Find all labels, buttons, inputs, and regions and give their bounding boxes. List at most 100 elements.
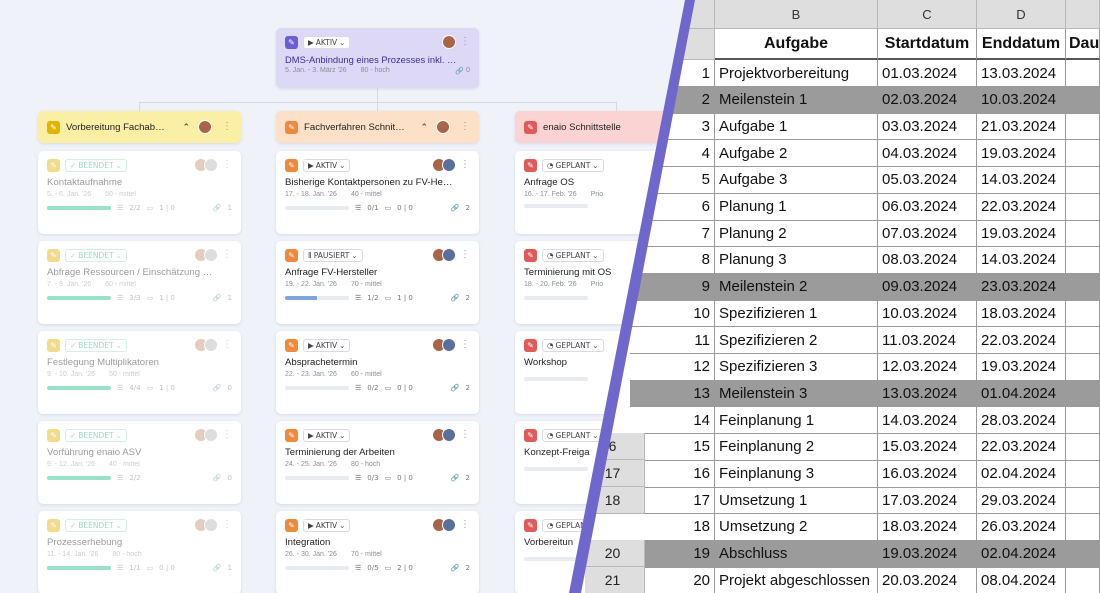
cell-end[interactable]: 10.03.2024	[977, 86, 1066, 114]
cell-start[interactable]: 13.03.2024	[878, 380, 977, 408]
cell-start[interactable]: 15.03.2024	[878, 433, 977, 461]
status-badge[interactable]: ▶ AKTIV ⌄	[303, 158, 351, 172]
cell-task[interactable]: Meilenstein 3	[715, 380, 878, 408]
status-badge[interactable]: Ⅱ PAUSIERT ⌄	[303, 248, 363, 262]
more-icon[interactable]: ⋮	[460, 340, 470, 350]
cell-task[interactable]: Umsetzung 1	[715, 487, 878, 515]
cell-start[interactable]: 14.03.2024	[878, 407, 977, 435]
cell-duration[interactable]	[1066, 86, 1100, 114]
status-badge[interactable]: ◔GEPLANT⌄	[542, 248, 604, 262]
pencil-icon[interactable]: ✎	[285, 518, 298, 532]
column-letter-e[interactable]	[1066, 0, 1100, 29]
pencil-icon[interactable]: ✎	[47, 120, 60, 134]
column-header-vorbereitung[interactable]: ✎ Vorbereitung Fachab… ⌃ ⋮	[38, 111, 241, 143]
cell-end[interactable]: 14.03.2024	[977, 246, 1066, 274]
pencil-icon[interactable]: ✎	[47, 428, 60, 442]
cell-task[interactable]: Planung 3	[715, 246, 878, 274]
cell-start[interactable]: 02.03.2024	[878, 86, 977, 114]
cell-duration[interactable]	[1066, 140, 1100, 168]
cell-duration[interactable]	[1066, 487, 1100, 515]
pencil-icon[interactable]: ✎	[524, 248, 537, 262]
cell-duration[interactable]	[1066, 433, 1100, 461]
cell-end[interactable]: 26.03.2024	[977, 513, 1066, 541]
cell-duration[interactable]	[1066, 273, 1100, 301]
cell-duration[interactable]	[1066, 327, 1100, 354]
cell-end[interactable]: 18.03.2024	[977, 300, 1066, 328]
row-index[interactable]: 11	[630, 327, 715, 354]
cell-end[interactable]: 02.04.2024	[977, 540, 1066, 568]
row-index[interactable]: 18	[630, 513, 715, 541]
cell-start[interactable]: 11.03.2024	[878, 327, 977, 354]
cell-start[interactable]: 04.03.2024	[878, 140, 977, 168]
cell-end[interactable]: 22.03.2024	[977, 193, 1066, 221]
cell-duration[interactable]	[1066, 246, 1100, 274]
row-index[interactable]: 10	[630, 300, 715, 328]
status-badge[interactable]: ✓ BEENDET ⌄	[65, 158, 127, 172]
row-index[interactable]: 9	[630, 273, 715, 301]
cell-start[interactable]: 03.03.2024	[878, 113, 977, 141]
cell-start[interactable]: 05.03.2024	[878, 166, 977, 194]
status-badge[interactable]: ◔GEPLANT⌄	[542, 158, 604, 172]
more-icon[interactable]: ⋮	[460, 250, 470, 260]
avatar-group[interactable]: ⋮	[432, 518, 470, 532]
status-badge[interactable]: ▶ AKTIV ⌄	[303, 518, 351, 532]
avatar-group[interactable]: ⋮	[442, 35, 470, 49]
task-card[interactable]: ✎ ✓ BEENDET ⌄ ⋮ Prozesserhebung 11. - 14. Jan.…	[38, 511, 241, 593]
cell-end[interactable]: 22.03.2024	[977, 327, 1066, 354]
row-index[interactable]: 13	[630, 380, 715, 408]
task-card[interactable]: ✎ ✓ BEENDET ⌄ ⋮ Festlegung Multiplikatoren 9. …	[38, 331, 241, 414]
cell-end[interactable]: 02.04.2024	[977, 460, 1066, 488]
task-card[interactable]: ✎ ✓ BEENDET ⌄ ⋮ Vorführung enaio ASV 9. - 12. …	[38, 421, 241, 504]
cell-task[interactable]: Spezifizieren 1	[715, 300, 878, 328]
cell-end[interactable]: 19.03.2024	[977, 353, 1066, 381]
pencil-icon[interactable]: ✎	[285, 428, 298, 442]
more-icon[interactable]: ⋮	[222, 122, 232, 132]
status-badge[interactable]: ✓ BEENDET ⌄	[65, 248, 127, 262]
row-index[interactable]: 14	[630, 407, 715, 435]
cell-task[interactable]: Planung 1	[715, 193, 878, 221]
chevron-up-icon[interactable]: ⌃	[420, 122, 428, 133]
cell-duration[interactable]	[1066, 460, 1100, 488]
cell-end[interactable]: 01.04.2024	[977, 380, 1066, 408]
pencil-icon[interactable]: ✎	[524, 120, 537, 134]
more-icon[interactable]: ⋮	[460, 520, 470, 530]
header-enddatum[interactable]: Enddatum	[977, 29, 1066, 60]
cell-start[interactable]: 16.03.2024	[878, 460, 977, 488]
cell-end[interactable]: 19.03.2024	[977, 220, 1066, 248]
cell-start[interactable]: 08.03.2024	[878, 246, 977, 274]
cell-task[interactable]: Projektvorbereitung	[715, 60, 878, 87]
avatar-group[interactable]: ⋮	[194, 248, 232, 262]
cell-end[interactable]: 19.03.2024	[977, 140, 1066, 168]
cell-end[interactable]: 28.03.2024	[977, 407, 1066, 435]
header-aufgabe[interactable]: Aufgabe	[715, 29, 878, 60]
task-card[interactable]: ✎ ✓ BEENDET ⌄ ⋮ Abfrage Ressourcen / Einschät…	[38, 241, 241, 324]
pencil-icon[interactable]: ✎	[47, 518, 60, 532]
task-card[interactable]: ✎ ▶ AKTIV ⌄ ⋮ Absprachetermin 22. - 23. Jan. '…	[276, 331, 479, 414]
pencil-icon[interactable]: ✎	[524, 158, 537, 172]
pencil-icon[interactable]: ✎	[47, 338, 60, 352]
cell-duration[interactable]	[1066, 513, 1100, 541]
status-badge[interactable]: ✓ BEENDET ⌄	[65, 338, 127, 352]
cell-end[interactable]: 29.03.2024	[977, 487, 1066, 515]
header-dauer[interactable]: Dau	[1066, 29, 1100, 60]
cell-duration[interactable]	[1066, 567, 1100, 593]
cell-duration[interactable]	[1066, 540, 1100, 568]
more-icon[interactable]: ⋮	[460, 122, 470, 132]
pencil-icon[interactable]: ✎	[285, 248, 298, 262]
cell-start[interactable]: 07.03.2024	[878, 220, 977, 248]
cell-task[interactable]: Planung 2	[715, 220, 878, 248]
cell-duration[interactable]	[1066, 60, 1100, 87]
task-card[interactable]: ✎ ✓ BEENDET ⌄ ⋮ Kontaktaufnahme 5. - 6. Jan. '…	[38, 151, 241, 234]
status-badge[interactable]: ▶ AKTIV ⌄	[303, 35, 351, 49]
cell-task[interactable]: Meilenstein 1	[715, 86, 878, 114]
status-badge[interactable]: ▶ AKTIV ⌄	[303, 338, 351, 352]
pencil-icon[interactable]: ✎	[285, 120, 298, 134]
cell-duration[interactable]	[1066, 380, 1100, 408]
avatar-group[interactable]: ⋮	[194, 518, 232, 532]
top-task-card[interactable]: ✎ ▶ AKTIV ⌄ ⋮ DMS-Anbindung eines Prozesse…	[276, 28, 479, 88]
task-card[interactable]: ✎ ▶ AKTIV ⌄ ⋮ Integration 26. - 30. Jan. '26 70…	[276, 511, 479, 593]
cell-task[interactable]: Feinplanung 1	[715, 407, 878, 435]
more-icon[interactable]: ⋮	[460, 430, 470, 440]
avatar-group[interactable]: ⋮	[432, 428, 470, 442]
cell-start[interactable]: 09.03.2024	[878, 273, 977, 301]
